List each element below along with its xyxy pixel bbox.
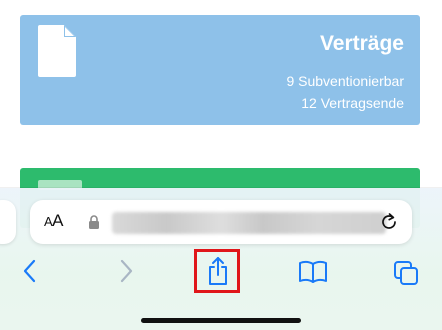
book-icon (299, 260, 327, 283)
tabs-icon (394, 261, 418, 285)
lock-icon (89, 215, 99, 229)
reload-icon[interactable] (378, 211, 400, 233)
forward-button[interactable] (116, 258, 136, 284)
document-icon (38, 25, 76, 77)
chevron-left-icon (23, 259, 36, 283)
home-indicator[interactable] (141, 318, 301, 323)
tabs-button[interactable] (393, 260, 419, 286)
previous-tab-preview[interactable] (0, 200, 16, 244)
bookmarks-button[interactable] (298, 260, 328, 284)
url-field[interactable] (112, 212, 386, 234)
chevron-right-icon (120, 259, 133, 283)
text-size-label: AA (44, 211, 45, 212)
contracts-card[interactable]: Verträge 9 Subventionierbar 12 Vertragse… (20, 15, 420, 125)
screen: Verträge 9 Subventionierbar 12 Vertragse… (0, 0, 442, 330)
back-button[interactable] (20, 258, 40, 284)
contracts-title: Verträge (319, 32, 404, 55)
share-button[interactable] (206, 256, 230, 286)
address-bar[interactable]: AA AA (30, 200, 412, 244)
text-size-button[interactable]: AA AA (44, 211, 64, 231)
contract-end-count: 12 Vertragsende (301, 95, 404, 111)
share-icon (209, 257, 227, 285)
subsidizable-count: 9 Subventionierbar (286, 73, 404, 89)
